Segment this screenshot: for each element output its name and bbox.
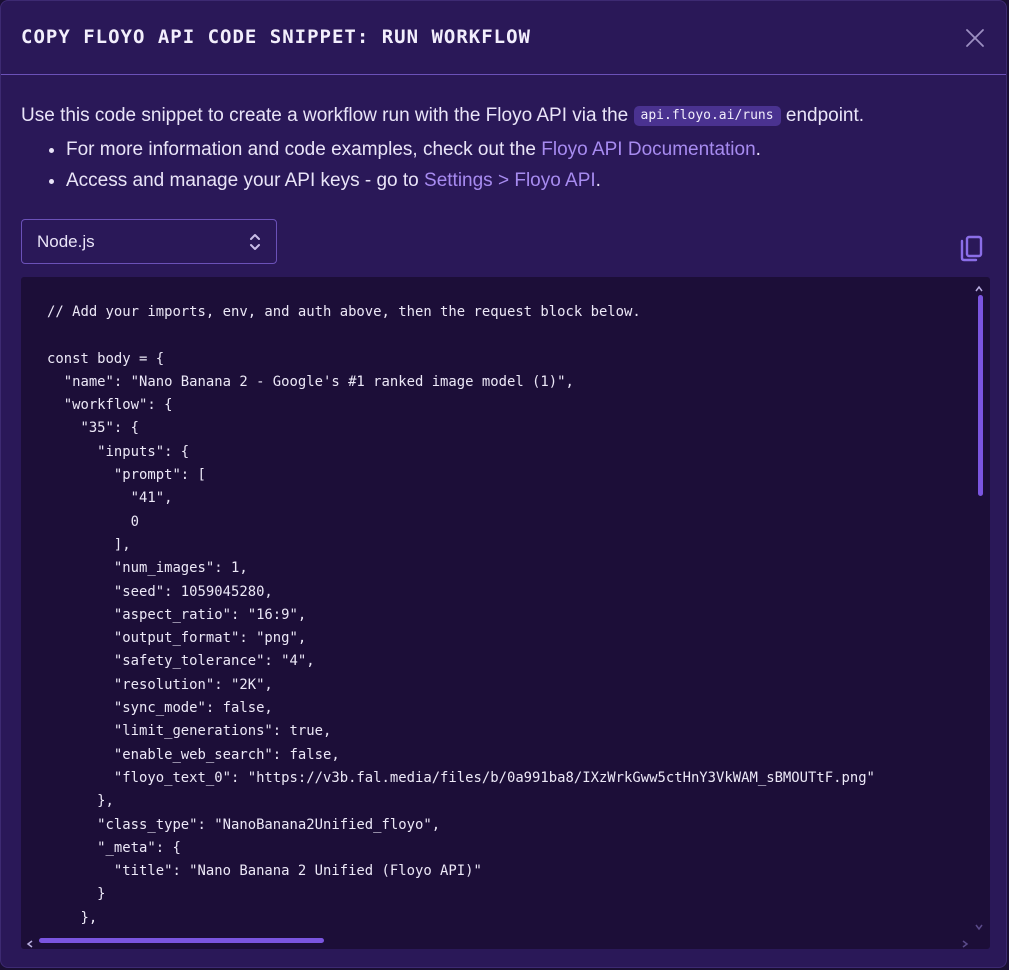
dialog-header: COPY FLOYO API CODE SNIPPET: RUN WORKFLO… <box>1 1 1006 75</box>
language-select-value: Node.js <box>37 232 95 251</box>
chevron-up-down-icon <box>248 232 262 252</box>
close-icon[interactable] <box>964 27 986 49</box>
horizontal-scrollbar-thumb[interactable] <box>39 938 324 943</box>
bullet-suffix: . <box>595 170 601 191</box>
list-item: Access and manage your API keys - go to … <box>66 165 761 196</box>
copy-icon[interactable] <box>958 235 984 263</box>
code-snippet: // Add your imports, env, and auth above… <box>47 304 875 926</box>
settings-floyo-api-link[interactable]: Settings > Floyo API <box>424 170 596 191</box>
dialog-title: COPY FLOYO API CODE SNIPPET: RUN WORKFLO… <box>21 26 531 48</box>
scroll-up-icon[interactable] <box>974 281 984 292</box>
vertical-scrollbar-thumb[interactable] <box>978 295 983 496</box>
endpoint-badge: api.floyo.ai/runs <box>633 106 781 126</box>
list-item: For more information and code examples, … <box>66 134 761 165</box>
info-list: For more information and code examples, … <box>21 134 761 196</box>
bullet-text: Access and manage your API keys - go to <box>66 170 425 191</box>
copy-code-dialog: COPY FLOYO API CODE SNIPPET: RUN WORKFLO… <box>0 0 1007 968</box>
scroll-down-icon[interactable] <box>974 919 984 931</box>
scroll-left-icon[interactable] <box>25 936 35 948</box>
intro-prefix: Use this code snippet to create a workfl… <box>21 105 634 126</box>
api-documentation-link[interactable]: Floyo API Documentation <box>541 139 755 160</box>
scroll-right-icon[interactable] <box>960 936 970 948</box>
intro-text: Use this code snippet to create a workfl… <box>21 105 864 127</box>
intro-suffix: endpoint. <box>780 105 865 126</box>
bullet-text: For more information and code examples, … <box>66 139 542 160</box>
code-snippet-panel: // Add your imports, env, and auth above… <box>21 277 990 949</box>
language-select[interactable]: Node.js <box>21 219 277 264</box>
bullet-suffix: . <box>755 139 761 160</box>
